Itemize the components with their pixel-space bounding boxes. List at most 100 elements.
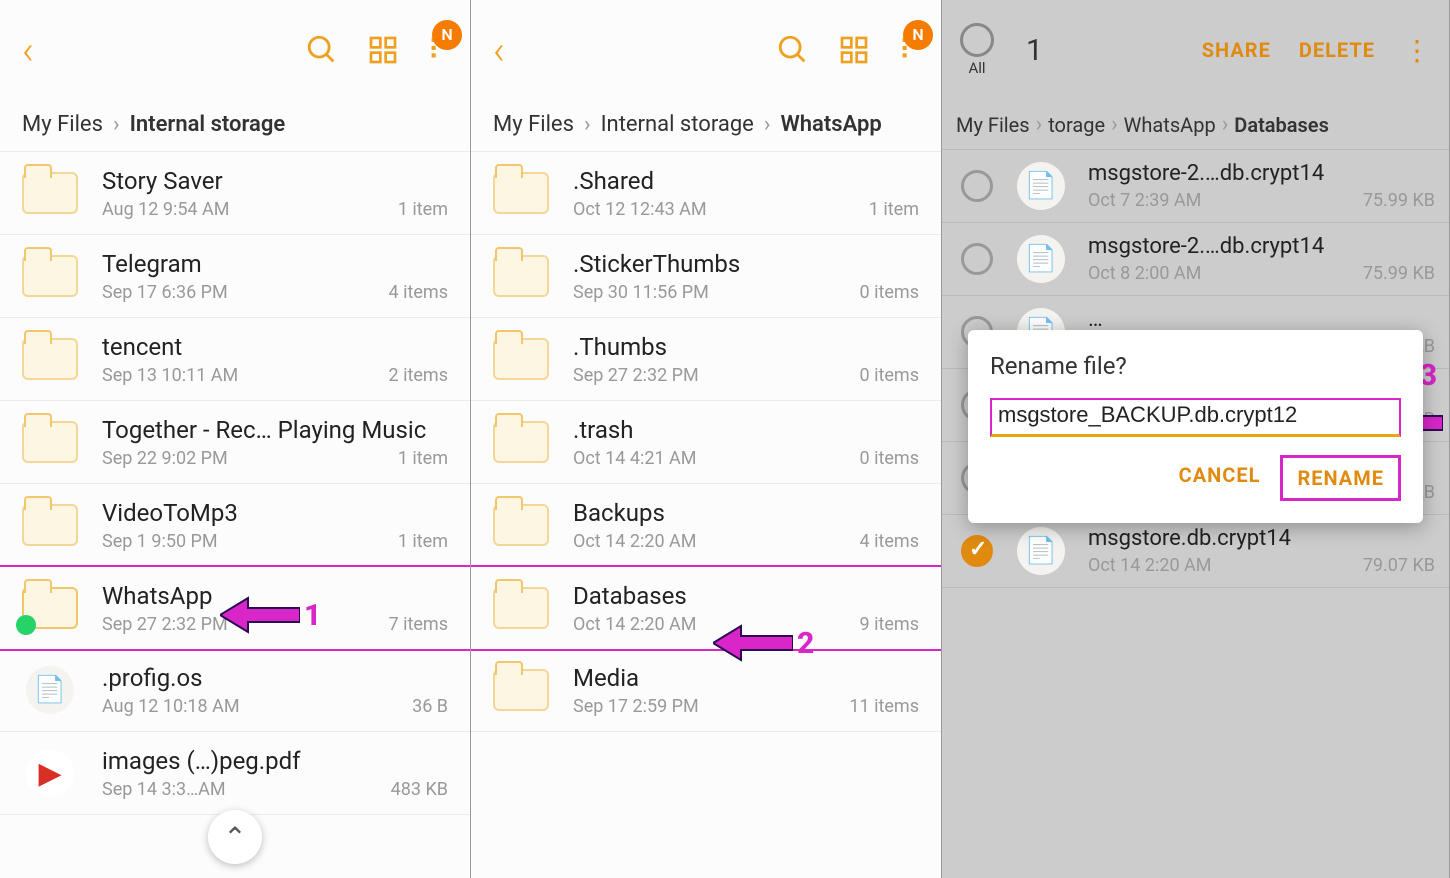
cancel-button[interactable]: CANCEL [1165, 455, 1275, 501]
list-item[interactable]: .trashOct 14 4:21 AM0 items [471, 401, 941, 484]
selection-count: 1 [1026, 33, 1043, 68]
item-title: Together - Rec… Playing Music [102, 416, 448, 444]
list-item[interactable]: VideoToMp3Sep 1 9:50 PM1 item [0, 484, 470, 567]
chevron-right-icon: › [764, 112, 771, 137]
selection-toolbar: All 1 SHARE DELETE ⋮ [942, 0, 1449, 100]
chevron-right-icon: › [1036, 112, 1043, 137]
notification-badge: N [432, 20, 462, 50]
item-title: tencent [102, 333, 448, 361]
chevron-right-icon: › [584, 112, 591, 137]
item-meta: 11 items [849, 696, 919, 717]
list-item[interactable]: DatabasesOct 14 2:20 AM9 items [471, 565, 941, 651]
annotation-arrow-icon [220, 590, 300, 640]
crumb: Databases [1234, 113, 1329, 137]
item-date: Sep 17 6:36 PM [102, 282, 228, 303]
chevron-right-icon: › [1222, 112, 1229, 137]
back-icon[interactable]: ‹ [493, 27, 505, 74]
folder-icon [493, 587, 549, 629]
scroll-up-fab[interactable]: ⌃ [208, 810, 262, 864]
crumb[interactable]: My Files [493, 112, 574, 137]
list-item[interactable]: Together - Rec… Playing Music Sep 22 9:02… [0, 401, 470, 484]
file-icon: 📄 [26, 666, 74, 714]
list-item[interactable]: 📄msgstore.db.crypt14Oct 14 2:20 AM79.07 … [942, 515, 1449, 588]
list-item[interactable]: 📄msgstore-2.…db.crypt14Oct 7 2:39 AM75.9… [942, 150, 1449, 223]
list-item[interactable]: .ThumbsSep 27 2:32 PM0 items [471, 318, 941, 401]
file-list: .SharedOct 12 12:43 AM1 item.StickerThum… [471, 152, 941, 878]
list-item[interactable]: ▶images (…)peg.pdfSep 14 3:3…AM483 KB [0, 732, 470, 815]
item-date: Sep 22 9:02 PM [102, 448, 228, 469]
crumb: WhatsApp [780, 112, 881, 137]
checkbox-icon[interactable] [961, 243, 993, 275]
more-menu-icon[interactable]: ⋮ [1403, 34, 1431, 67]
list-item[interactable]: 📄msgstore-2.…db.crypt14Oct 8 2:00 AM75.9… [942, 223, 1449, 296]
folder-icon [493, 669, 549, 711]
panel-whatsapp: ‹ ⠇ N My Files › Internal storage › What… [471, 0, 942, 878]
item-date: Aug 12 10:18 AM [102, 696, 240, 717]
item-meta: 4 items [389, 282, 448, 303]
select-all-button[interactable]: All [960, 23, 994, 77]
item-title: msgstore-2.…db.crypt14 [1088, 161, 1435, 186]
breadcrumb[interactable]: My Files › torage › WhatsApp › Databases [942, 100, 1449, 150]
item-title: .Shared [573, 167, 919, 195]
file-icon: 📄 [1017, 527, 1065, 575]
breadcrumb[interactable]: My Files › Internal storage [0, 100, 470, 152]
crumb[interactable]: WhatsApp [1124, 113, 1216, 137]
grid-view-icon[interactable] [367, 34, 399, 66]
item-meta: 36 B [412, 696, 448, 717]
item-date: Sep 17 2:59 PM [573, 696, 699, 717]
breadcrumb[interactable]: My Files › Internal storage › WhatsApp [471, 100, 941, 152]
folder-icon [493, 421, 549, 463]
list-item[interactable]: tencentSep 13 10:11 AM2 items [0, 318, 470, 401]
item-date: Sep 30 11:56 PM [573, 282, 709, 303]
chevron-right-icon: › [1111, 112, 1118, 137]
search-icon[interactable] [776, 33, 810, 67]
item-meta: 483 KB [391, 779, 448, 800]
folder-icon [493, 172, 549, 214]
rename-input[interactable] [998, 402, 1393, 428]
list-item[interactable]: MediaSep 17 2:59 PM11 items [471, 649, 941, 732]
crumb[interactable]: My Files [956, 113, 1030, 137]
checkbox-icon[interactable] [961, 535, 993, 567]
pdf-icon: ▶ [26, 749, 74, 797]
rename-button[interactable]: RENAME [1280, 455, 1401, 501]
folder-icon [22, 504, 78, 546]
list-item[interactable]: .SharedOct 12 12:43 AM1 item [471, 152, 941, 235]
folder-icon [22, 421, 78, 463]
list-item[interactable]: Telegram Sep 17 6:36 PM 4 items [0, 235, 470, 318]
item-meta: 1 item [869, 199, 919, 220]
item-title: Databases [573, 582, 919, 610]
list-item[interactable]: .StickerThumbs Sep 30 11:56 PM 0 items [471, 235, 941, 318]
file-icon: 📄 [1017, 235, 1065, 283]
item-meta: 0 items [860, 282, 919, 303]
share-button[interactable]: SHARE [1202, 38, 1271, 62]
item-meta: 1 item [398, 199, 448, 220]
list-item[interactable]: Story SaverAug 12 9:54 AM1 item [0, 152, 470, 235]
chevron-right-icon: › [113, 112, 120, 137]
folder-icon [493, 338, 549, 380]
crumb[interactable]: Internal storage [601, 112, 754, 137]
crumb[interactable]: torage [1048, 113, 1105, 137]
item-meta: 7 items [389, 614, 448, 635]
item-title: Telegram [102, 250, 448, 278]
item-date: Oct 14 2:20 AM [573, 531, 697, 552]
folder-icon [493, 255, 549, 297]
crumb[interactable]: My Files [22, 112, 103, 137]
checkbox-icon[interactable] [961, 170, 993, 202]
toolbar: ‹ ⠇ N [0, 0, 470, 100]
panel-internal-storage: ‹ ⠇ N My Files › Internal storage Story … [0, 0, 471, 878]
item-title: .StickerThumbs [573, 250, 919, 278]
list-item[interactable]: 📄.profig.osAug 12 10:18 AM36 B [0, 649, 470, 732]
item-title: … [1088, 307, 1435, 332]
item-meta: 75.99 KB [1363, 263, 1435, 284]
delete-button[interactable]: DELETE [1299, 38, 1375, 62]
search-icon[interactable] [305, 33, 339, 67]
item-date: Oct 8 2:00 AM [1088, 263, 1201, 284]
folder-icon [493, 504, 549, 546]
back-icon[interactable]: ‹ [22, 27, 34, 74]
list-item[interactable]: BackupsOct 14 2:20 AM4 items [471, 484, 941, 567]
more-menu-icon[interactable]: ⠇ N [427, 34, 448, 67]
more-menu-icon[interactable]: ⠇ N [898, 34, 919, 67]
item-meta: 0 items [860, 448, 919, 469]
item-date: Oct 14 2:20 AM [1088, 555, 1212, 576]
grid-view-icon[interactable] [838, 34, 870, 66]
